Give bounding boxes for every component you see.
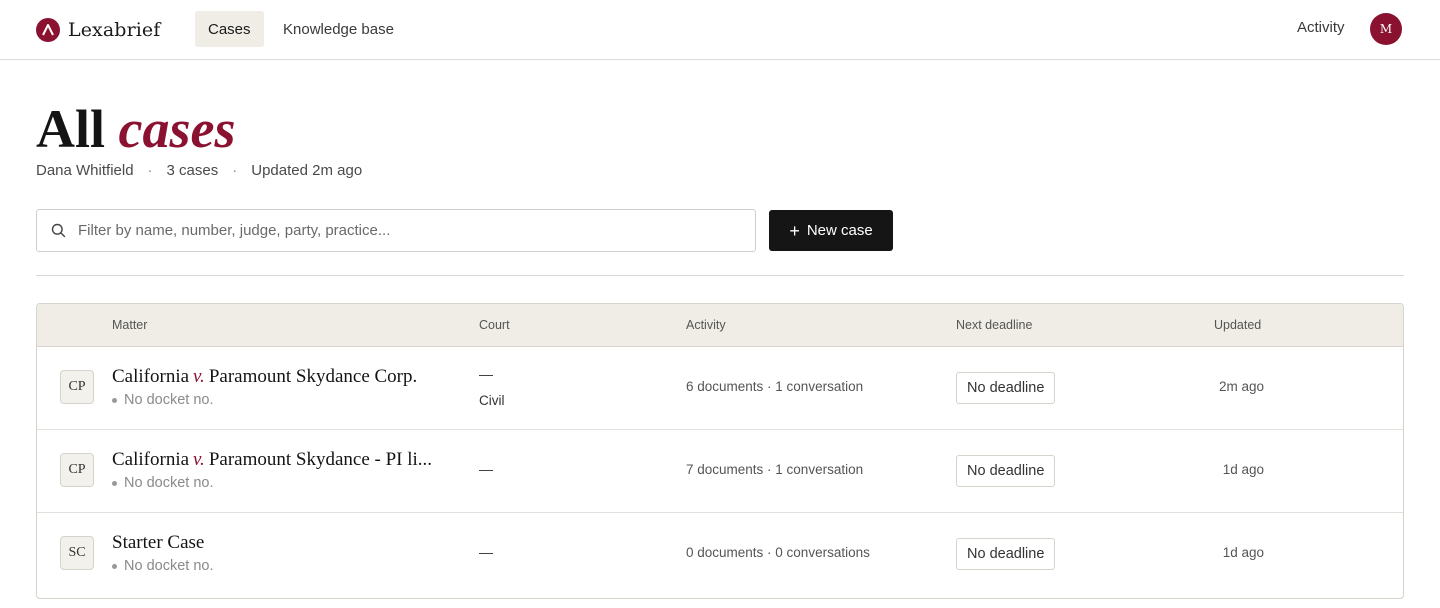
page-meta: Dana Whitfield · 3 cases · Updated 2m ag… (36, 162, 362, 179)
table-row[interactable]: SC Starter Case No docket no. — 0 docume… (37, 513, 1403, 596)
brand-name: Lexabrief (68, 19, 161, 41)
case-count: 3 cases (166, 162, 219, 179)
new-case-label: New case (806, 222, 873, 239)
lexabrief-logo-icon (36, 18, 60, 42)
matter-name[interactable]: California v. Paramount Skydance Corp. (112, 366, 464, 388)
docket-number: No docket no. (112, 558, 213, 574)
column-header-matter[interactable]: Matter (112, 318, 147, 332)
avatar[interactable]: M (1370, 13, 1402, 45)
activity-link[interactable]: Activity (1297, 19, 1345, 36)
deadline-chip[interactable]: No deadline (956, 455, 1056, 487)
page-title-plain: All (36, 99, 106, 159)
docket-label: No docket no. (124, 392, 214, 408)
tab-cases[interactable]: Cases (195, 11, 264, 47)
search-icon (50, 223, 66, 239)
column-header-updated[interactable]: Updated (1214, 318, 1261, 332)
column-header-activity[interactable]: Activity (686, 318, 726, 332)
tab-knowledge-base[interactable]: Knowledge base (270, 11, 407, 47)
updated-time: 1d ago (1222, 462, 1264, 477)
court-type: Civil (479, 393, 505, 408)
matter-name[interactable]: California v. Paramount Skydance - PI li..… (112, 449, 464, 471)
page-title-accent: cases (118, 99, 236, 159)
court-value: — (479, 544, 493, 560)
owner-name: Dana Whitfield (36, 162, 134, 179)
search-box[interactable] (36, 209, 756, 252)
docket-label: No docket no. (124, 475, 214, 491)
docket-number: No docket no. (112, 392, 213, 408)
table-row[interactable]: CP California v. Paramount Skydance Corp. … (37, 347, 1403, 430)
updated-time: Updated 2m ago (251, 162, 363, 179)
brand-logo[interactable]: Lexabrief (36, 17, 160, 43)
bullet-icon (112, 563, 117, 569)
bullet-icon (112, 397, 117, 403)
court-value: — (479, 366, 493, 382)
case-initials-badge: CP (60, 453, 94, 487)
activity-summary: 7 documents · 1 conversation (686, 462, 864, 477)
plus-icon: + (789, 220, 800, 241)
updated-time: 1d ago (1222, 545, 1264, 560)
versus-label: v. (193, 366, 205, 387)
activity-summary: 0 documents · 0 conversations (686, 545, 870, 560)
meta-separator: · (147, 162, 153, 179)
party-a: California (112, 449, 190, 470)
meta-separator: · (232, 162, 238, 179)
deadline-chip[interactable]: No deadline (956, 372, 1056, 404)
deadline-chip[interactable]: No deadline (956, 538, 1056, 570)
new-case-button[interactable]: + New case (769, 210, 893, 251)
docket-number: No docket no. (112, 475, 213, 491)
cases-table: Matter Court Activity Next deadline Upda… (36, 303, 1404, 599)
search-input[interactable] (78, 222, 738, 239)
column-header-court[interactable]: Court (479, 318, 510, 332)
column-header-next-deadline[interactable]: Next deadline (956, 318, 1032, 332)
table-row[interactable]: CP California v. Paramount Skydance - PI l… (37, 430, 1403, 513)
case-initials-badge: SC (60, 536, 94, 570)
case-initials-badge: CP (60, 370, 94, 404)
activity-summary: 6 documents · 1 conversation (686, 379, 864, 394)
party-b: Paramount Skydance Corp. (208, 366, 418, 387)
page-title: All cases (36, 98, 235, 160)
matter-name[interactable]: Starter Case (112, 532, 464, 554)
top-bar: Lexabrief Cases Knowledge base Activity … (0, 0, 1440, 60)
court-value: — (479, 461, 493, 477)
bullet-icon (112, 480, 117, 486)
party-b: Paramount Skydance - PI li... (208, 449, 433, 470)
party-a: California (112, 366, 190, 387)
divider (36, 275, 1404, 276)
updated-time: 2m ago (1218, 379, 1264, 394)
versus-label: v. (193, 449, 205, 470)
docket-label: No docket no. (124, 558, 214, 574)
table-header: Matter Court Activity Next deadline Upda… (37, 304, 1403, 347)
